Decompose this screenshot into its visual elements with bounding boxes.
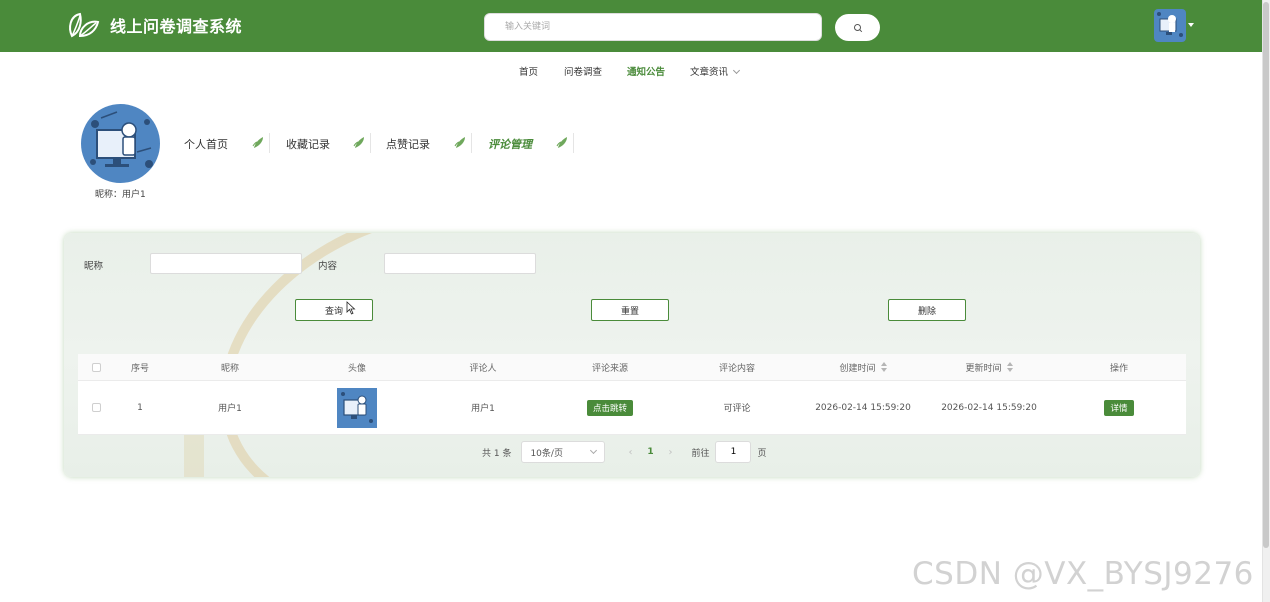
nav-item-survey[interactable]: 问卷调查 — [564, 64, 602, 78]
mouse-cursor-icon — [346, 301, 356, 315]
table-header: 序号 昵称 头像 评论人 评论来源 评论内容 创建时间 更新时间 操作 — [78, 354, 1186, 381]
search-query-button[interactable]: 查询 — [295, 299, 373, 321]
search-icon — [853, 23, 862, 32]
tab-comment-management[interactable]: 评论管理 — [488, 136, 532, 152]
nickname-value: 用户1 — [122, 190, 146, 200]
leaf-logo-icon — [69, 12, 100, 38]
sort-icon[interactable] — [880, 362, 887, 372]
nickname-filter-label: 昵称 — [84, 261, 104, 272]
page-size-select[interactable]: 10条/页 — [521, 441, 606, 463]
tab-divider — [370, 133, 371, 153]
logo[interactable]: 线上问卷调查系统 — [66, 10, 242, 40]
page-size-value: 10条/页 — [530, 448, 563, 459]
pagination: 共 1 条 10条/页 ‹ 1 › 前往 页 — [482, 441, 766, 463]
tab-divider — [573, 133, 574, 153]
nav-item-notice[interactable]: 通知公告 — [627, 64, 665, 78]
row-content: 可评论 — [723, 404, 751, 414]
column-header-avatar: 头像 — [347, 363, 366, 374]
row-created-time: 2026-02-14 15:59:20 — [815, 402, 911, 413]
search-button[interactable] — [835, 14, 880, 41]
tab-personal-home[interactable]: 个人首页 — [184, 136, 228, 152]
column-header-updated[interactable]: 更新时间 — [926, 354, 1052, 380]
tab-likes[interactable]: 点赞记录 — [386, 136, 430, 152]
column-header-created[interactable]: 创建时间 — [800, 354, 926, 380]
table-row: 1 用户1 用户1 点击跳转 可评论 2026-02-14 15:59:20 2… — [78, 381, 1186, 435]
row-checkbox[interactable] — [91, 403, 101, 412]
row-source-cell: 点击跳转 — [546, 381, 674, 434]
site-title: 线上问卷调查系统 — [110, 17, 243, 36]
row-index: 1 — [137, 402, 143, 413]
column-header-index: 序号 — [130, 363, 149, 374]
nav-item-articles-label: 文章资讯 — [690, 67, 729, 78]
watermark-text: CSDN @VX_BYSJ9276 — [912, 556, 1254, 592]
row-actions-cell: 详情 — [1052, 381, 1186, 434]
column-header-source: 评论来源 — [591, 363, 628, 374]
page: 线上问卷调查系统 首页 问卷调查 通知公告 — [0, 0, 1270, 602]
source-link-tag[interactable]: 点击跳转 — [586, 399, 633, 416]
top-header: 线上问卷调查系统 — [0, 0, 1262, 52]
nickname-label: 昵称： — [95, 190, 123, 200]
panel-background-decoration — [184, 433, 204, 477]
content-filter-input[interactable] — [384, 253, 536, 274]
row-commenter: 用户1 — [471, 404, 495, 414]
tab-divider — [471, 133, 472, 153]
page-number-current[interactable]: 1 — [637, 447, 663, 457]
profile-nickname: 昵称：用户1 — [95, 187, 146, 200]
scrollbar-thumb[interactable] — [1263, 2, 1269, 548]
leaf-icon — [556, 137, 567, 148]
delete-button[interactable]: 删除 — [888, 299, 966, 321]
details-button[interactable]: 详情 — [1104, 399, 1134, 416]
goto-page-input[interactable] — [715, 441, 752, 463]
nav-item-home[interactable]: 首页 — [519, 64, 538, 78]
reset-button[interactable]: 重置 — [591, 299, 669, 321]
select-all-checkbox[interactable] — [91, 362, 101, 372]
page-unit-label: 页 — [757, 448, 767, 459]
column-header-nickname: 昵称 — [220, 363, 239, 374]
tab-favorites[interactable]: 收藏记录 — [286, 136, 330, 152]
updated-header-label: 更新时间 — [965, 363, 1002, 374]
row-select-cell — [78, 381, 114, 434]
tab-divider — [269, 133, 270, 153]
row-avatar-cell — [294, 381, 420, 434]
goto-label: 前往 — [691, 448, 710, 459]
select-all-cell — [78, 354, 114, 380]
comment-management-panel: 昵称 内容 查询 重置 删除 序号 昵称 头像 评论人 评论来源 评论内容 创建… — [64, 233, 1200, 477]
row-avatar-image[interactable] — [337, 387, 377, 428]
chevron-down-icon — [732, 66, 741, 75]
nav-item-articles[interactable]: 文章资讯 — [690, 64, 741, 78]
leaf-icon — [454, 137, 465, 148]
chevron-down-icon — [590, 446, 598, 454]
nickname-filter-input[interactable] — [150, 253, 302, 274]
row-updated-time: 2026-02-14 15:59:20 — [941, 402, 1037, 413]
pagination-total: 共 1 条 — [482, 448, 512, 459]
leaf-icon — [252, 137, 263, 148]
main-nav: 首页 问卷调查 通知公告 文章资讯 — [0, 64, 1262, 78]
sort-icon[interactable] — [1006, 362, 1013, 372]
prev-page-button[interactable]: ‹ — [623, 447, 637, 458]
keyword-search-input[interactable] — [484, 13, 822, 41]
next-page-button[interactable]: › — [663, 447, 677, 458]
column-header-content: 评论内容 — [718, 363, 755, 374]
column-header-commenter: 评论人 — [469, 363, 497, 374]
row-nickname: 用户1 — [218, 404, 242, 414]
created-header-label: 创建时间 — [839, 363, 876, 374]
column-header-actions: 操作 — [1109, 363, 1128, 374]
header-user-avatar[interactable] — [1154, 9, 1186, 42]
comments-table: 序号 昵称 头像 评论人 评论来源 评论内容 创建时间 更新时间 操作 1 用户… — [78, 354, 1186, 435]
content-filter-label: 内容 — [318, 261, 338, 272]
profile-avatar — [81, 104, 160, 183]
user-menu-caret-icon[interactable] — [1188, 23, 1194, 27]
leaf-icon — [353, 137, 364, 148]
